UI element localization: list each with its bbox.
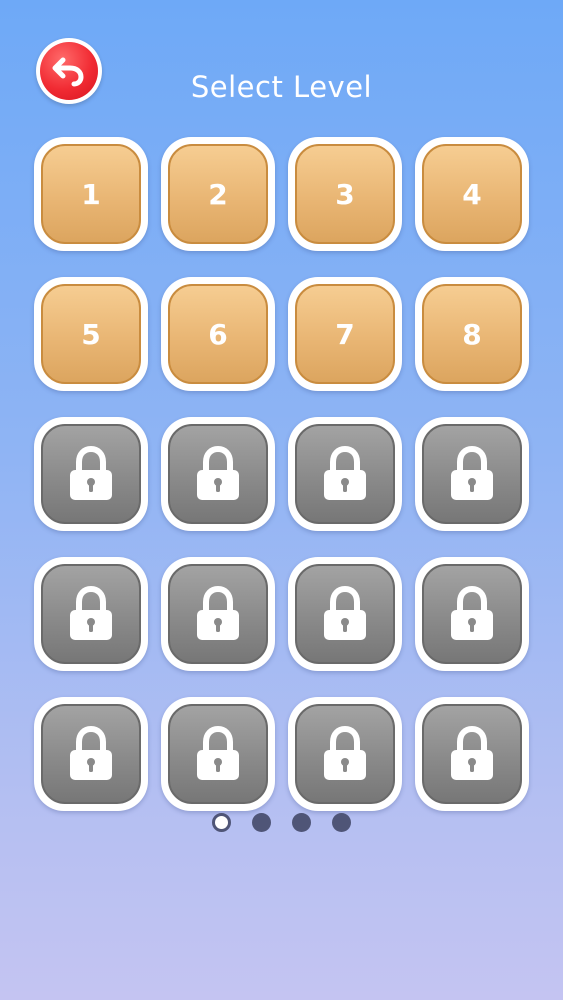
locked-level-tile[interactable] xyxy=(415,417,529,531)
lock-icon xyxy=(446,584,498,644)
tile-face xyxy=(295,704,395,804)
level-tile-7[interactable]: 7 xyxy=(288,277,402,391)
level-grid: 1 2 3 4 5 6 7 8 xyxy=(34,137,530,811)
page-indicator xyxy=(0,813,563,832)
page-title: Select Level xyxy=(190,70,373,104)
lock-icon xyxy=(192,444,244,504)
level-number: 7 xyxy=(335,317,355,351)
locked-level-tile[interactable] xyxy=(161,417,275,531)
tile-face xyxy=(295,424,395,524)
page-dot-4[interactable] xyxy=(332,813,351,832)
level-number: 4 xyxy=(462,177,482,211)
tile-face xyxy=(295,564,395,664)
locked-level-tile[interactable] xyxy=(288,697,402,811)
page-dot-3[interactable] xyxy=(292,813,311,832)
lock-icon xyxy=(65,444,117,504)
locked-level-tile[interactable] xyxy=(415,557,529,671)
level-tile-4[interactable]: 4 xyxy=(415,137,529,251)
page-dot-2[interactable] xyxy=(252,813,271,832)
lock-icon xyxy=(446,444,498,504)
locked-level-tile[interactable] xyxy=(415,697,529,811)
lock-icon xyxy=(192,584,244,644)
tile-face xyxy=(168,704,268,804)
tile-face xyxy=(422,424,522,524)
level-number: 1 xyxy=(81,177,101,211)
level-number: 8 xyxy=(462,317,482,351)
locked-level-tile[interactable] xyxy=(161,557,275,671)
level-number: 5 xyxy=(81,317,101,351)
tile-face xyxy=(168,564,268,664)
tile-face: 3 xyxy=(295,144,395,244)
locked-level-tile[interactable] xyxy=(34,697,148,811)
locked-level-tile[interactable] xyxy=(161,697,275,811)
page-dot-1[interactable] xyxy=(212,813,231,832)
level-number: 6 xyxy=(208,317,228,351)
lock-icon xyxy=(319,724,371,784)
tile-face xyxy=(41,564,141,664)
locked-level-tile[interactable] xyxy=(288,557,402,671)
lock-icon xyxy=(446,724,498,784)
level-tile-2[interactable]: 2 xyxy=(161,137,275,251)
lock-icon xyxy=(65,584,117,644)
lock-icon xyxy=(192,724,244,784)
tile-face xyxy=(168,424,268,524)
level-tile-6[interactable]: 6 xyxy=(161,277,275,391)
level-tile-5[interactable]: 5 xyxy=(34,277,148,391)
locked-level-tile[interactable] xyxy=(34,557,148,671)
tile-face: 4 xyxy=(422,144,522,244)
lock-icon xyxy=(65,724,117,784)
level-tile-3[interactable]: 3 xyxy=(288,137,402,251)
lock-icon xyxy=(319,444,371,504)
tile-face: 6 xyxy=(168,284,268,384)
level-number: 3 xyxy=(335,177,355,211)
tile-face: 8 xyxy=(422,284,522,384)
lock-icon xyxy=(319,584,371,644)
locked-level-tile[interactable] xyxy=(288,417,402,531)
tile-face: 1 xyxy=(41,144,141,244)
level-number: 2 xyxy=(208,177,228,211)
level-tile-1[interactable]: 1 xyxy=(34,137,148,251)
level-tile-8[interactable]: 8 xyxy=(415,277,529,391)
tile-face: 5 xyxy=(41,284,141,384)
locked-level-tile[interactable] xyxy=(34,417,148,531)
tile-face: 2 xyxy=(168,144,268,244)
tile-face xyxy=(422,704,522,804)
tile-face xyxy=(41,424,141,524)
tile-face: 7 xyxy=(295,284,395,384)
tile-face xyxy=(41,704,141,804)
tile-face xyxy=(422,564,522,664)
